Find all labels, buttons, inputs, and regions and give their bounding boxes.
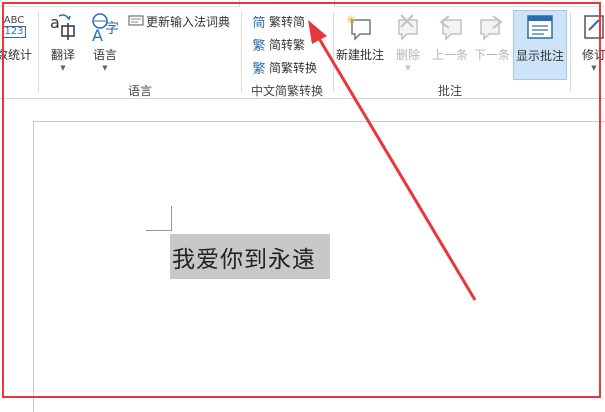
previous-comment-icon bbox=[433, 10, 467, 44]
new-comment-icon: ✳ bbox=[343, 10, 377, 44]
new-comment-label: 新建批注 bbox=[336, 48, 385, 62]
update-ime-dictionary-label: 更新输入法词典 bbox=[146, 14, 231, 29]
active-tab[interactable] bbox=[239, 0, 335, 7]
language-button[interactable]: A 字 语言 ▼ bbox=[86, 10, 124, 78]
next-comment-button[interactable]: 下一条 bbox=[472, 10, 512, 78]
convert-icon: 繁 bbox=[252, 61, 266, 77]
language-icon: A 字 bbox=[88, 10, 122, 44]
traditional-to-simplified-label: 繁转简 bbox=[269, 14, 306, 29]
ribbon: ABC 123 数统计 a 翻译 ▼ A 字 语言 ▼ 更新输入法词典 语言 简… bbox=[0, 0, 605, 99]
svg-text:字: 字 bbox=[105, 21, 119, 37]
traditional-to-simplified-button[interactable]: 简 繁转简 bbox=[251, 11, 305, 31]
next-comment-label: 下一条 bbox=[473, 48, 510, 62]
new-comment-button[interactable]: ✳ 新建批注 bbox=[336, 10, 384, 78]
delete-comment-icon bbox=[391, 10, 425, 44]
delete-comment-label: 删除 bbox=[395, 48, 420, 62]
delete-comment-button[interactable]: 删除 ▼ bbox=[390, 10, 426, 78]
previous-comment-label: 上一条 bbox=[431, 48, 468, 62]
track-changes-label: 修订 bbox=[581, 48, 605, 62]
word-count-icon: ABC 123 bbox=[0, 10, 31, 44]
chevron-down-icon: ▼ bbox=[591, 64, 597, 72]
previous-comment-button[interactable]: 上一条 bbox=[430, 10, 470, 78]
language-label: 语言 bbox=[92, 48, 117, 62]
separator bbox=[333, 12, 334, 92]
convert-label: 简繁转换 bbox=[269, 60, 318, 75]
separator bbox=[570, 12, 571, 92]
chevron-down-icon: ▼ bbox=[405, 64, 411, 72]
translate-label: 翻译 bbox=[50, 48, 75, 62]
simplified-to-traditional-button[interactable]: 繁 简转繁 bbox=[251, 34, 305, 54]
show-comments-icon bbox=[523, 11, 557, 45]
simplified-to-traditional-label: 简转繁 bbox=[269, 37, 306, 52]
ime-dictionary-icon bbox=[128, 13, 144, 29]
word-count-label: 数统计 bbox=[0, 48, 33, 62]
track-changes-icon bbox=[577, 10, 605, 44]
chevron-down-icon: ▼ bbox=[60, 64, 66, 72]
svg-text:a: a bbox=[50, 13, 60, 32]
separator bbox=[38, 12, 39, 92]
group-label-language: 语言 bbox=[127, 84, 152, 98]
svg-text:A: A bbox=[92, 26, 103, 43]
convert-button[interactable]: 繁 简繁转换 bbox=[251, 57, 317, 77]
translate-button[interactable]: a 翻译 ▼ bbox=[45, 10, 81, 78]
word-count-button[interactable]: ABC 123 数统计 bbox=[0, 10, 32, 78]
traditional-to-simplified-icon: 简 bbox=[252, 15, 266, 31]
show-comments-button[interactable]: 显示批注 bbox=[513, 10, 567, 80]
margin-corner-mark bbox=[171, 206, 172, 231]
separator bbox=[241, 12, 242, 92]
show-comments-label: 显示批注 bbox=[515, 49, 564, 63]
svg-text:✳: ✳ bbox=[346, 13, 356, 27]
track-changes-button[interactable]: 修订 ▼ bbox=[576, 10, 605, 78]
selected-document-text[interactable]: 我爱你到永遠 bbox=[170, 234, 330, 279]
next-comment-icon bbox=[475, 10, 509, 44]
group-label-chinese-convert: 中文简繁转换 bbox=[250, 84, 323, 98]
group-label-comments: 批注 bbox=[437, 84, 462, 98]
margin-corner-mark bbox=[146, 230, 172, 231]
word-count-icon-text: ABC bbox=[3, 15, 25, 26]
simplified-to-traditional-icon: 繁 bbox=[252, 38, 266, 54]
word-count-icon-number: 123 bbox=[2, 26, 26, 38]
chevron-down-icon: ▼ bbox=[102, 64, 108, 72]
translate-icon: a bbox=[46, 10, 80, 44]
update-ime-dictionary-button[interactable]: 更新输入法词典 bbox=[128, 11, 230, 31]
